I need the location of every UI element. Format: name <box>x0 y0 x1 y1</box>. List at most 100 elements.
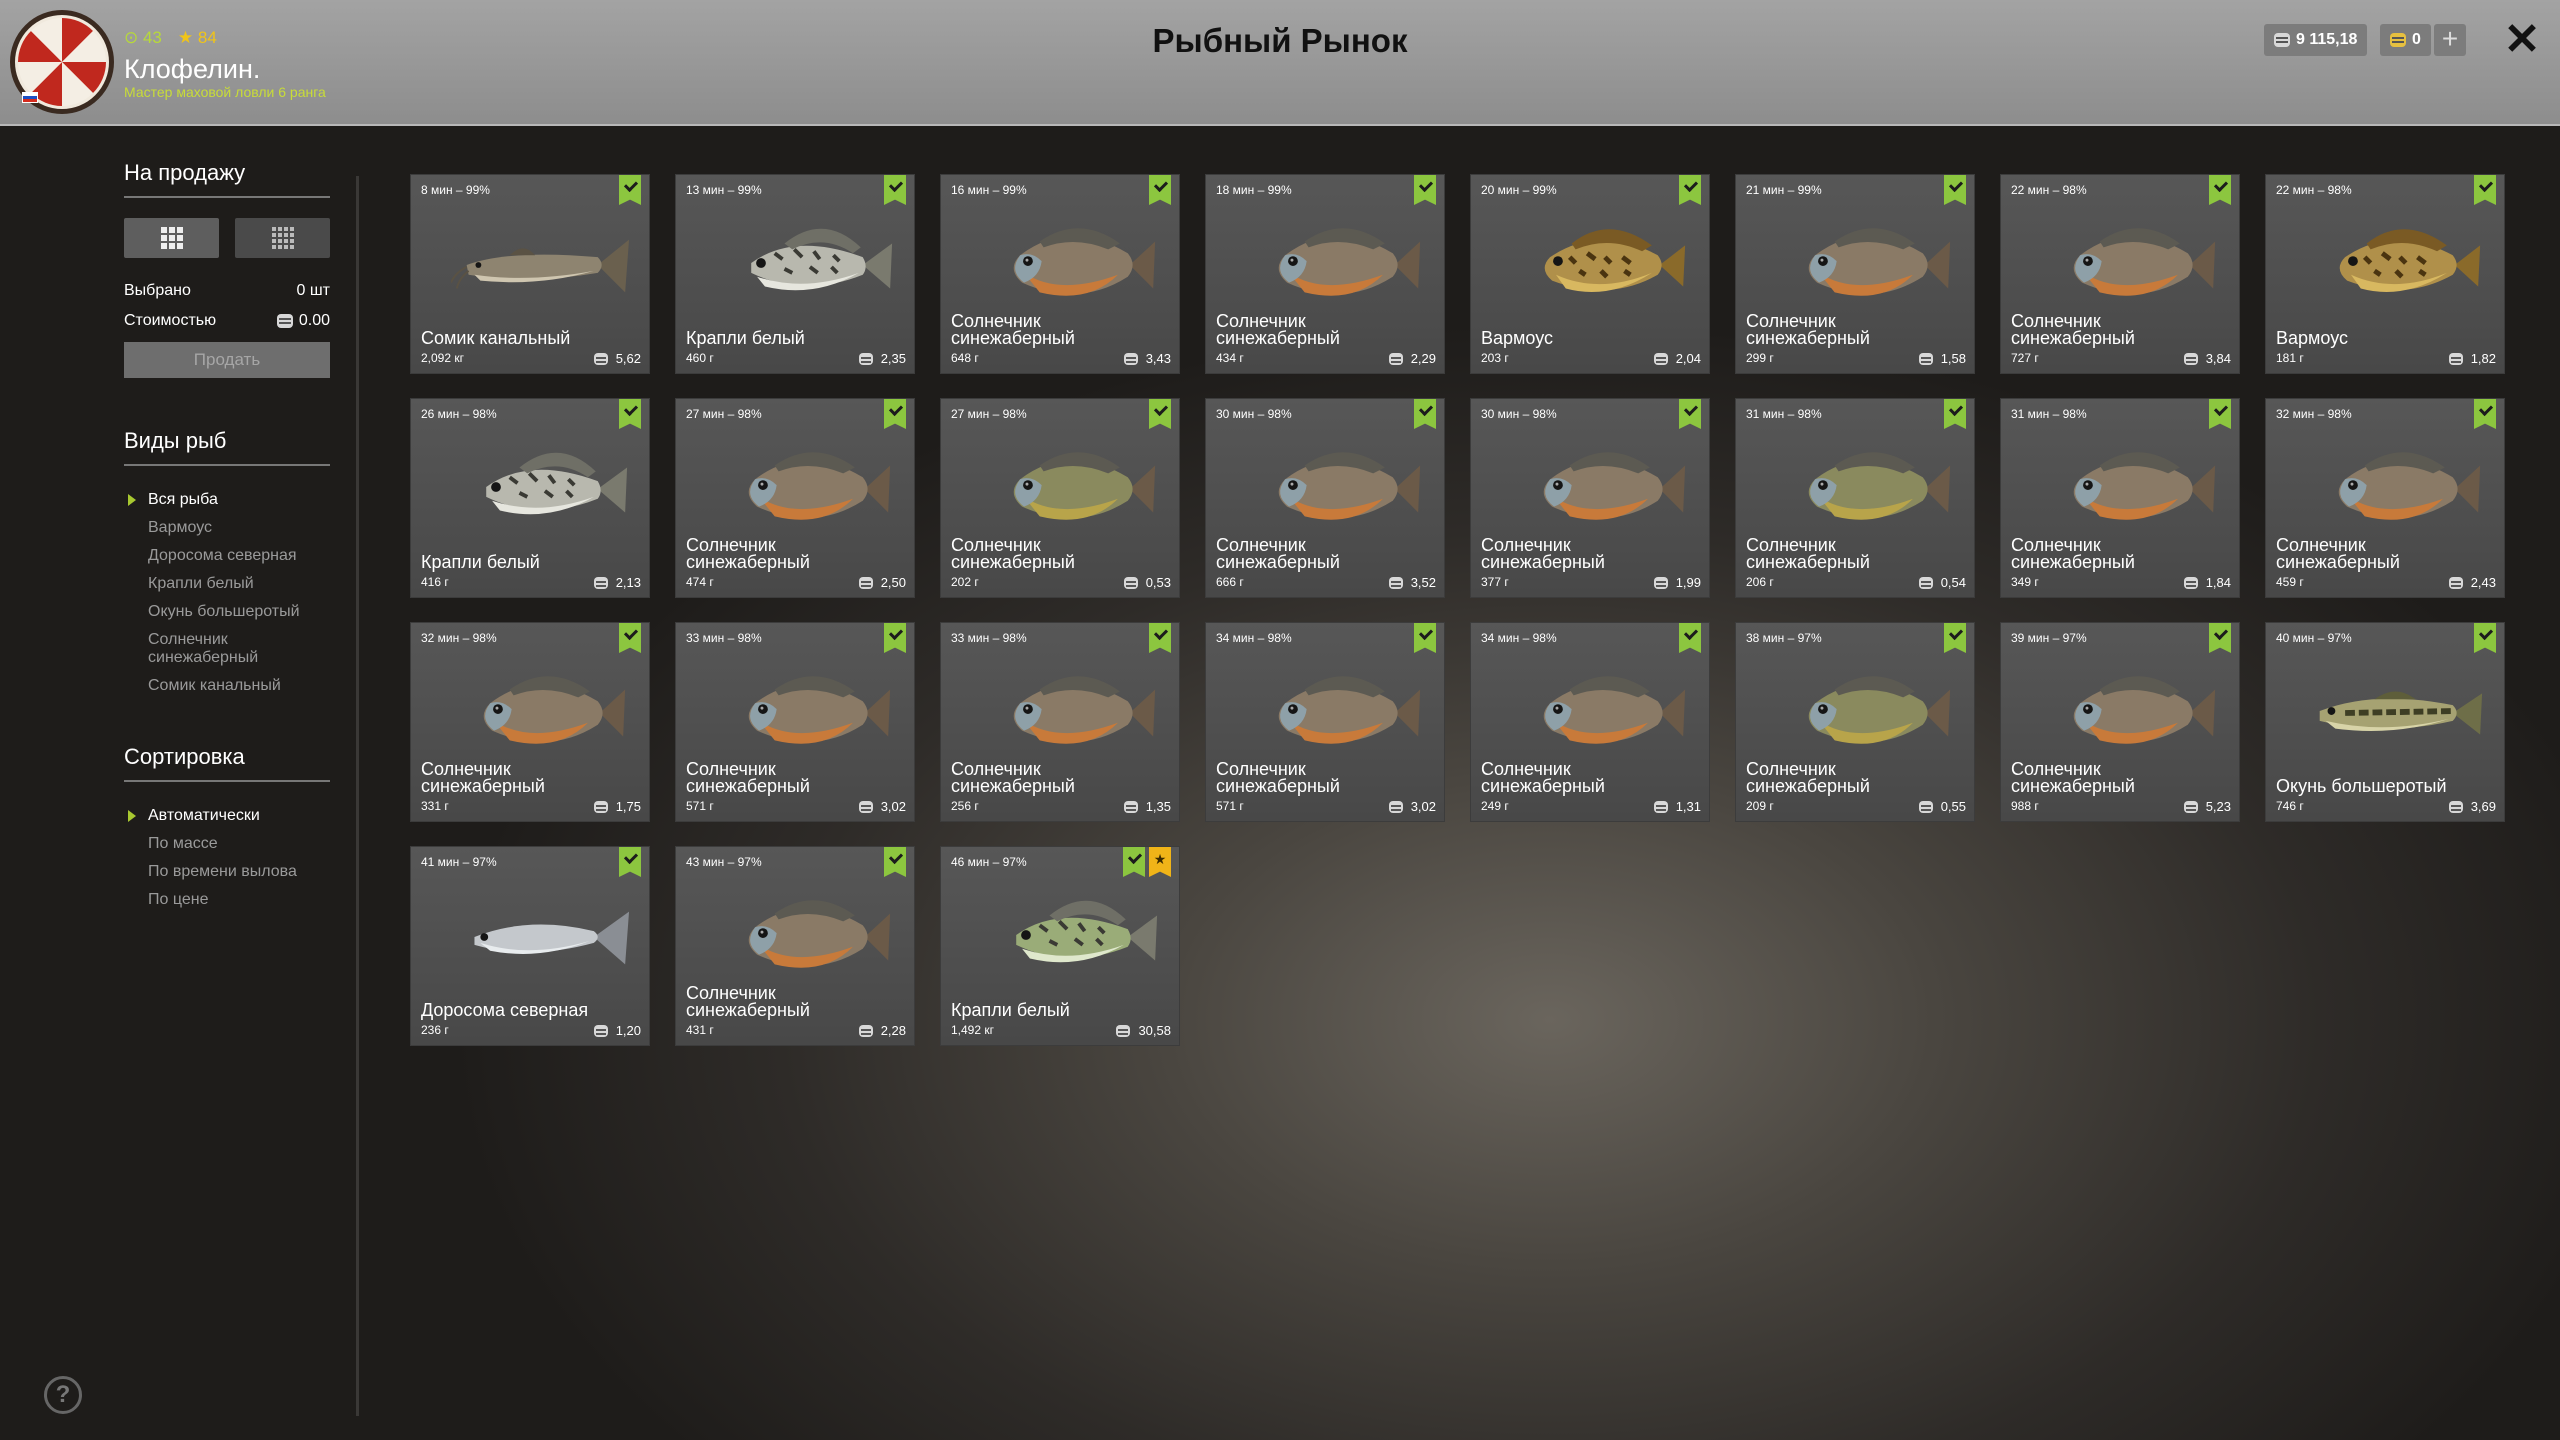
fish-type-item[interactable]: Крапли белый <box>124 570 330 598</box>
fish-name: Солнечник синежаберный <box>421 759 545 796</box>
fish-price-value: 1,84 <box>2205 575 2231 590</box>
fish-weight: 349 г <box>2011 575 2039 589</box>
cost-value-wrap: 0.00 <box>276 312 330 330</box>
checkmark-bookmark-icon[interactable] <box>1944 623 1966 653</box>
checkmark-bookmark-icon[interactable] <box>2474 623 2496 653</box>
fish-card[interactable]: 26 мин – 98% Крапли белый 416 г 2,13 <box>410 398 650 598</box>
fish-type-item[interactable]: Вся рыба <box>124 486 330 514</box>
fish-card[interactable]: 41 мин – 97% Доросома северная 236 г 1,2… <box>410 846 650 1046</box>
checkmark-bookmark-icon[interactable] <box>884 847 906 877</box>
fish-card[interactable]: 38 мин – 97% Солнечник синежаберный 209 … <box>1735 622 1975 822</box>
catch-time: 27 мин – 98% <box>951 407 1027 421</box>
checkmark-bookmark-icon[interactable] <box>1123 847 1145 877</box>
sort-option-item[interactable]: Автоматически <box>124 802 330 830</box>
help-button[interactable]: ? <box>44 1376 82 1414</box>
fish-card[interactable]: 40 мин – 97% Окунь большеротый 746 г 3,6… <box>2265 622 2505 822</box>
fish-card[interactable]: 8 мин – 99% Сомик канальный 2,092 кг 5,6… <box>410 174 650 374</box>
fish-name: Солнечник синежаберный <box>1481 535 1605 572</box>
fish-card[interactable]: 27 мин – 98% Солнечник синежаберный 474 … <box>675 398 915 598</box>
fish-type-item[interactable]: Вармоус <box>124 514 330 542</box>
checkmark-bookmark-icon[interactable] <box>1679 623 1701 653</box>
fish-card[interactable]: 33 мин – 98% Солнечник синежаберный 571 … <box>675 622 915 822</box>
checkmark-bookmark-icon[interactable] <box>2474 175 2496 205</box>
fish-price: 1,20 <box>593 1023 641 1038</box>
checkmark-bookmark-icon[interactable] <box>1944 399 1966 429</box>
fish-card[interactable]: 39 мин – 97% Солнечник синежаберный 988 … <box>2000 622 2240 822</box>
fish-card[interactable]: 30 мин – 98% Солнечник синежаберный 377 … <box>1470 398 1710 598</box>
fish-card[interactable]: 27 мин – 98% Солнечник синежаберный 202 … <box>940 398 1180 598</box>
checkmark-bookmark-icon[interactable] <box>1414 399 1436 429</box>
checkmark-bookmark-icon[interactable] <box>2209 623 2231 653</box>
fish-weight: 1,492 кг <box>951 1023 994 1037</box>
fish-card[interactable]: 43 мин – 97% Солнечник синежаберный 431 … <box>675 846 915 1046</box>
checkmark-bookmark-icon[interactable] <box>1944 175 1966 205</box>
checkmark-bookmark-icon[interactable] <box>884 623 906 653</box>
fish-card[interactable]: 31 мин – 98% Солнечник синежаберный 206 … <box>1735 398 1975 598</box>
fish-card[interactable]: 22 мин – 98% Вармоус 181 г 1,82 <box>2265 174 2505 374</box>
checkmark-bookmark-icon[interactable] <box>619 847 641 877</box>
fish-card[interactable]: 18 мин – 99% Солнечник синежаберный 434 … <box>1205 174 1445 374</box>
cost-row: Стоимостью 0.00 <box>124 312 330 330</box>
large-grid-view-button[interactable] <box>124 218 219 258</box>
fish-name: Сомик канальный <box>421 328 571 348</box>
fish-card[interactable]: 20 мин – 99% Вармоус 203 г 2,04 <box>1470 174 1710 374</box>
checkmark-bookmark-icon[interactable] <box>619 175 641 205</box>
fish-price-value: 1,31 <box>1675 799 1701 814</box>
fish-name: Солнечник синежаберный <box>1216 311 1340 348</box>
fish-card[interactable]: 30 мин – 98% Солнечник синежаберный 666 … <box>1205 398 1445 598</box>
sort-option-item[interactable]: По времени вылова <box>124 858 330 886</box>
catch-time: 16 мин – 99% <box>951 183 1027 197</box>
fish-card[interactable]: 34 мин – 98% Солнечник синежаберный 249 … <box>1470 622 1710 822</box>
sell-button[interactable]: Продать <box>124 342 330 378</box>
checkmark-bookmark-icon[interactable] <box>884 399 906 429</box>
fish-type-item[interactable]: Доросома северная <box>124 542 330 570</box>
checkmark-bookmark-icon[interactable] <box>1679 175 1701 205</box>
fish-card[interactable]: 21 мин – 99% Солнечник синежаберный 299 … <box>1735 174 1975 374</box>
checkmark-bookmark-icon[interactable] <box>1414 175 1436 205</box>
fish-card[interactable]: 32 мин – 98% Солнечник синежаберный 331 … <box>410 622 650 822</box>
sort-title: Сортировка <box>124 744 330 782</box>
catch-time: 18 мин – 99% <box>1216 183 1292 197</box>
sort-option-item[interactable]: По цене <box>124 886 330 914</box>
fish-weight: 2,092 кг <box>421 351 464 365</box>
add-currency-button[interactable]: + <box>2434 24 2466 56</box>
fish-price: 2,50 <box>858 575 906 590</box>
checkmark-bookmark-icon[interactable] <box>2474 399 2496 429</box>
close-button[interactable]: ✕ <box>2500 18 2544 62</box>
fish-card[interactable]: 46 мин – 97% ★ Крапли белый 1,492 кг 30,… <box>940 846 1180 1046</box>
checkmark-bookmark-icon[interactable] <box>1149 623 1171 653</box>
checkmark-bookmark-icon[interactable] <box>619 399 641 429</box>
checkmark-bookmark-icon[interactable] <box>884 175 906 205</box>
fish-weight: 988 г <box>2011 799 2039 813</box>
sort-option-item[interactable]: По массе <box>124 830 330 858</box>
fish-price: 3,43 <box>1123 351 1171 366</box>
fish-card[interactable]: 13 мин – 99% Крапли белый 460 г 2,35 <box>675 174 915 374</box>
fish-price-value: 0,54 <box>1940 575 1966 590</box>
silver-coin-icon <box>2448 576 2463 589</box>
bluegill-fish-icon <box>1278 228 1421 296</box>
fish-price: 2,04 <box>1653 351 1701 366</box>
checkmark-bookmark-icon[interactable] <box>619 623 641 653</box>
fish-type-item[interactable]: Окунь большеротый <box>124 598 330 626</box>
star-bookmark-icon[interactable]: ★ <box>1149 847 1171 877</box>
silver-coin-icon <box>1918 352 1933 365</box>
fish-card[interactable]: 34 мин – 98% Солнечник синежаберный 571 … <box>1205 622 1445 822</box>
checkmark-bookmark-icon[interactable] <box>2209 175 2231 205</box>
fish-type-item[interactable]: Сомик канальный <box>124 672 330 700</box>
bluegill-fish-icon <box>1013 676 1156 744</box>
fish-card[interactable]: 31 мин – 98% Солнечник синежаберный 349 … <box>2000 398 2240 598</box>
fish-card[interactable]: 22 мин – 98% Солнечник синежаберный 727 … <box>2000 174 2240 374</box>
silver-coin-icon <box>593 800 608 813</box>
gold-coin-icon <box>2390 33 2406 47</box>
checkmark-bookmark-icon[interactable] <box>1679 399 1701 429</box>
checkmark-bookmark-icon[interactable] <box>2209 399 2231 429</box>
small-grid-view-button[interactable] <box>235 218 330 258</box>
fish-type-item[interactable]: Солнечник синежаберный <box>124 626 330 672</box>
checkmark-bookmark-icon[interactable] <box>1149 399 1171 429</box>
fish-card[interactable]: 32 мин – 98% Солнечник синежаберный 459 … <box>2265 398 2505 598</box>
checkmark-bookmark-icon[interactable] <box>1414 623 1436 653</box>
fish-card[interactable]: 16 мин – 99% Солнечник синежаберный 648 … <box>940 174 1180 374</box>
checkmark-bookmark-icon[interactable] <box>1149 175 1171 205</box>
player-name[interactable]: Клофелин. <box>124 54 260 85</box>
fish-card[interactable]: 33 мин – 98% Солнечник синежаберный 256 … <box>940 622 1180 822</box>
